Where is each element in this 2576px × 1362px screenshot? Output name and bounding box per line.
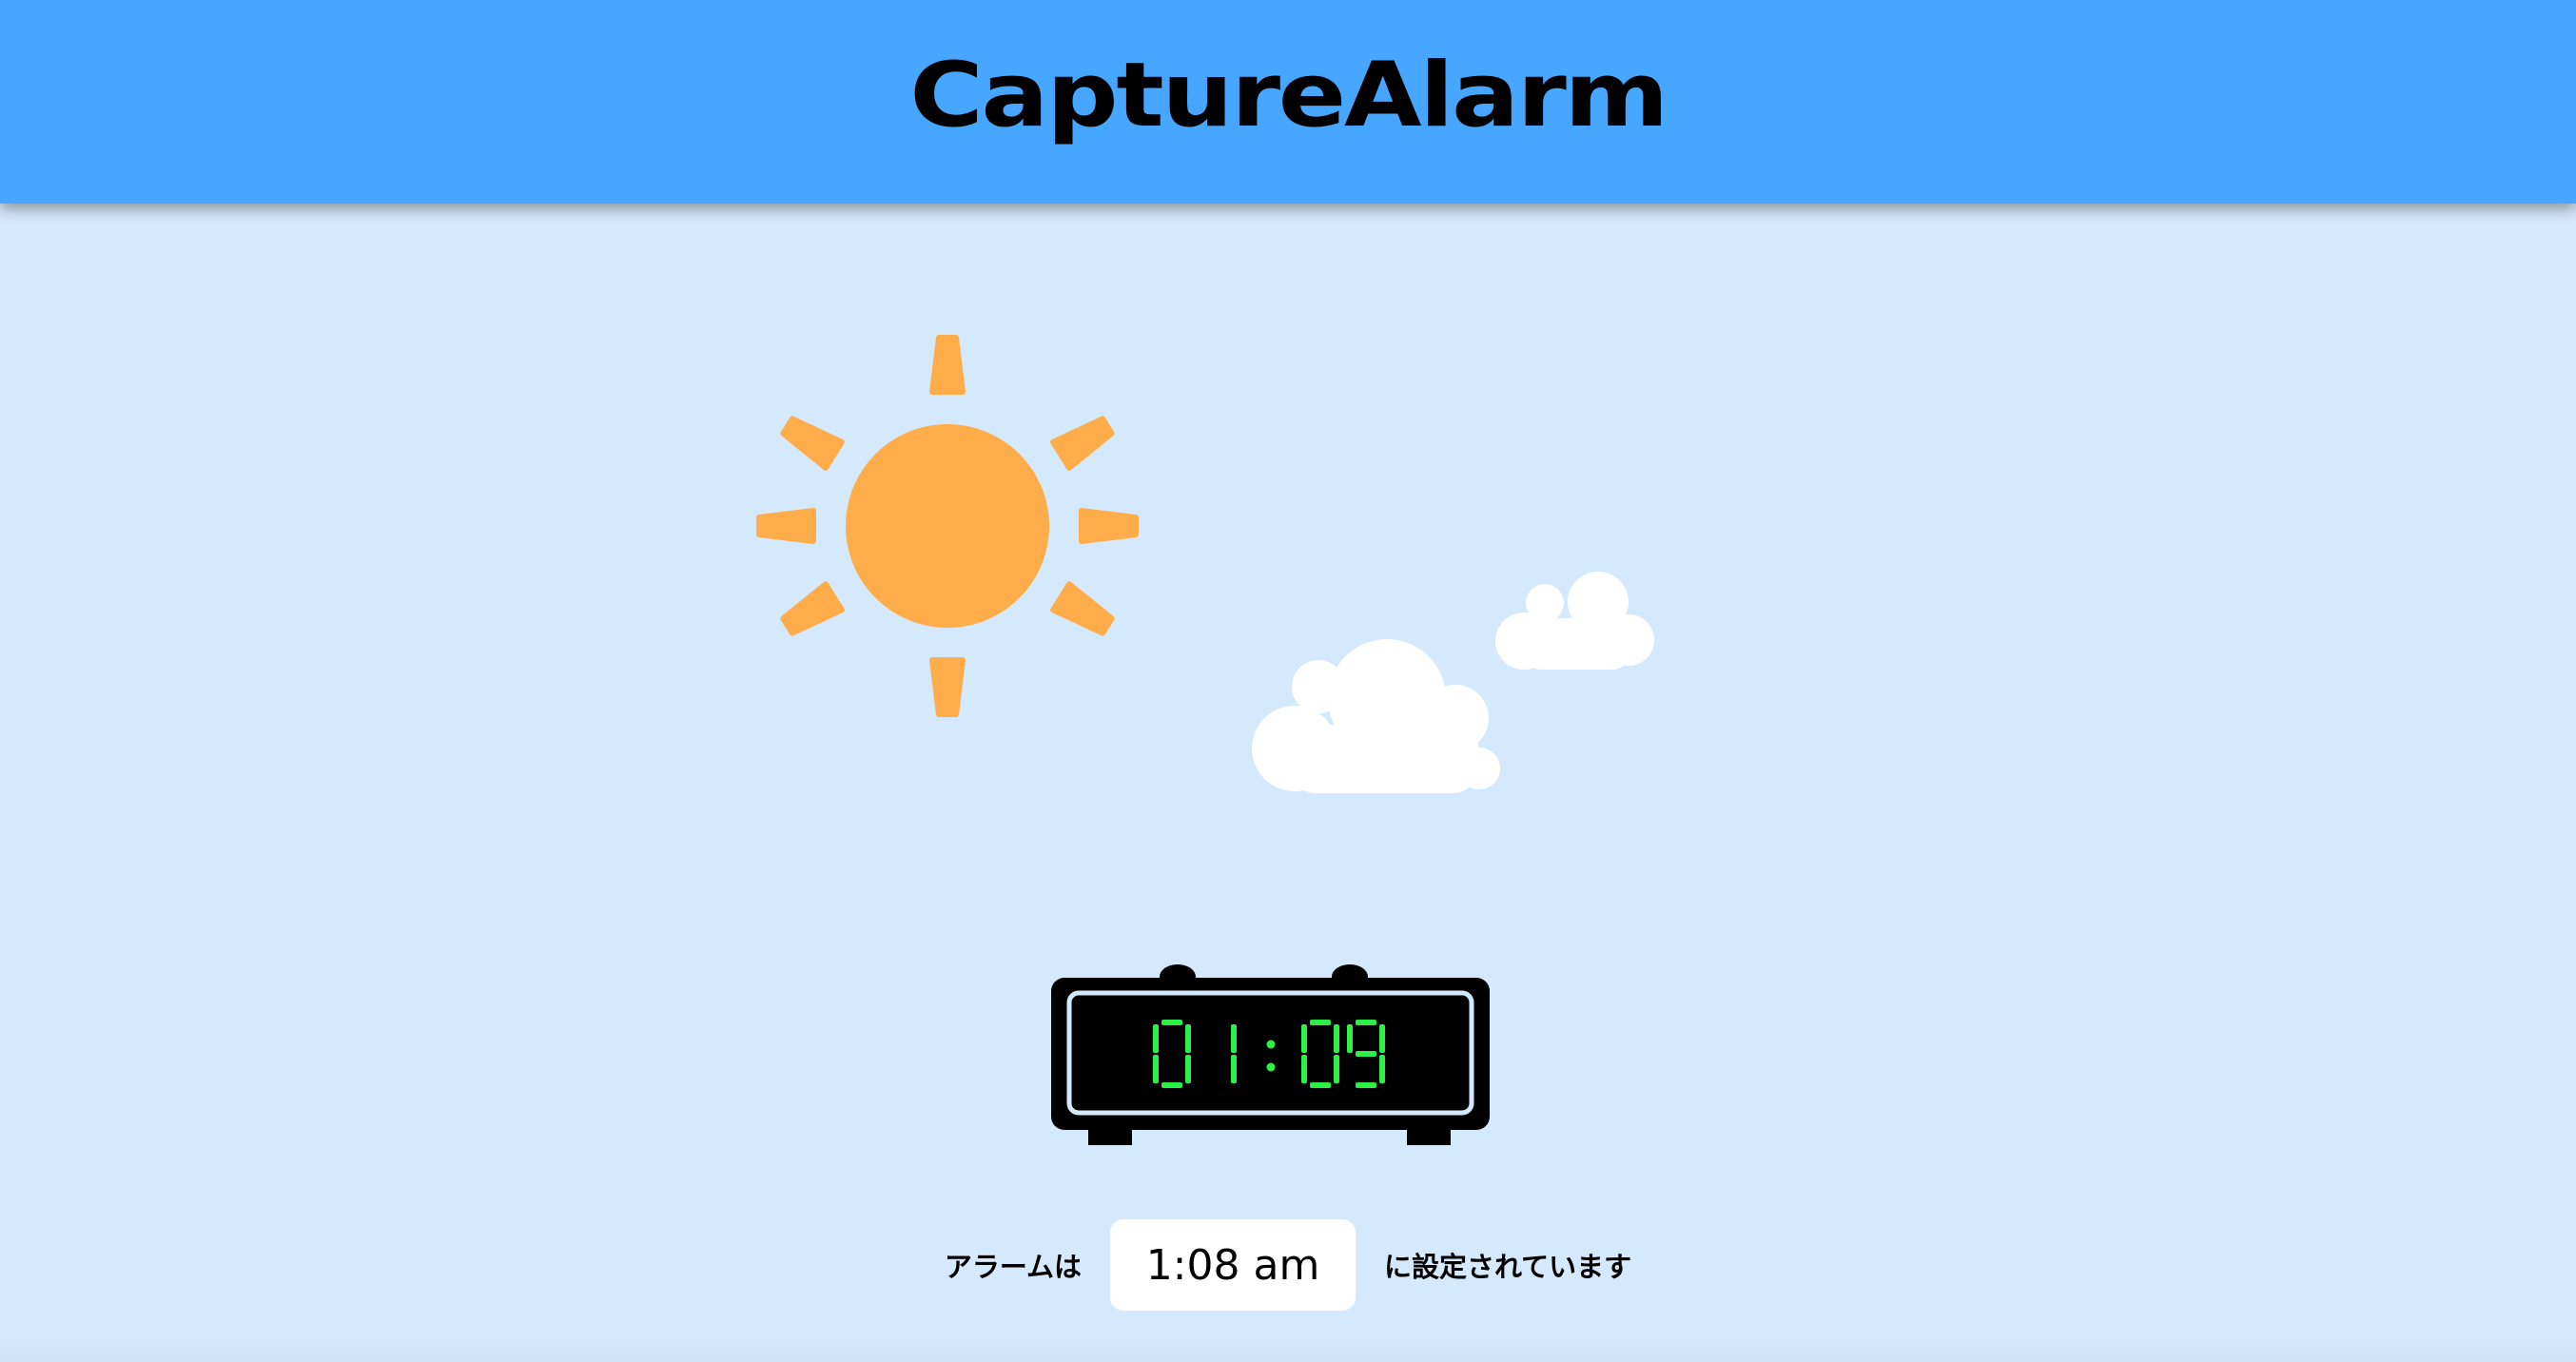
cloud-icon bbox=[1495, 572, 1654, 670]
scene bbox=[0, 335, 1654, 1145]
app-header: CaptureAlarm bbox=[0, 0, 2576, 204]
alarm-suffix-label: に設定されています bbox=[1384, 1251, 1632, 1283]
alarm-prefix-label: アラームは bbox=[944, 1251, 1082, 1283]
cloud-icon bbox=[1252, 639, 1500, 793]
bottom-edge bbox=[0, 1336, 2576, 1362]
alarm-clock-icon bbox=[1051, 964, 1490, 1145]
alarm-setting-row: アラームは に設定されています bbox=[0, 1219, 2576, 1311]
sun-icon bbox=[759, 335, 1136, 714]
app-title: CaptureAlarm bbox=[909, 43, 1669, 147]
alarm-time-input[interactable] bbox=[1110, 1219, 1356, 1311]
